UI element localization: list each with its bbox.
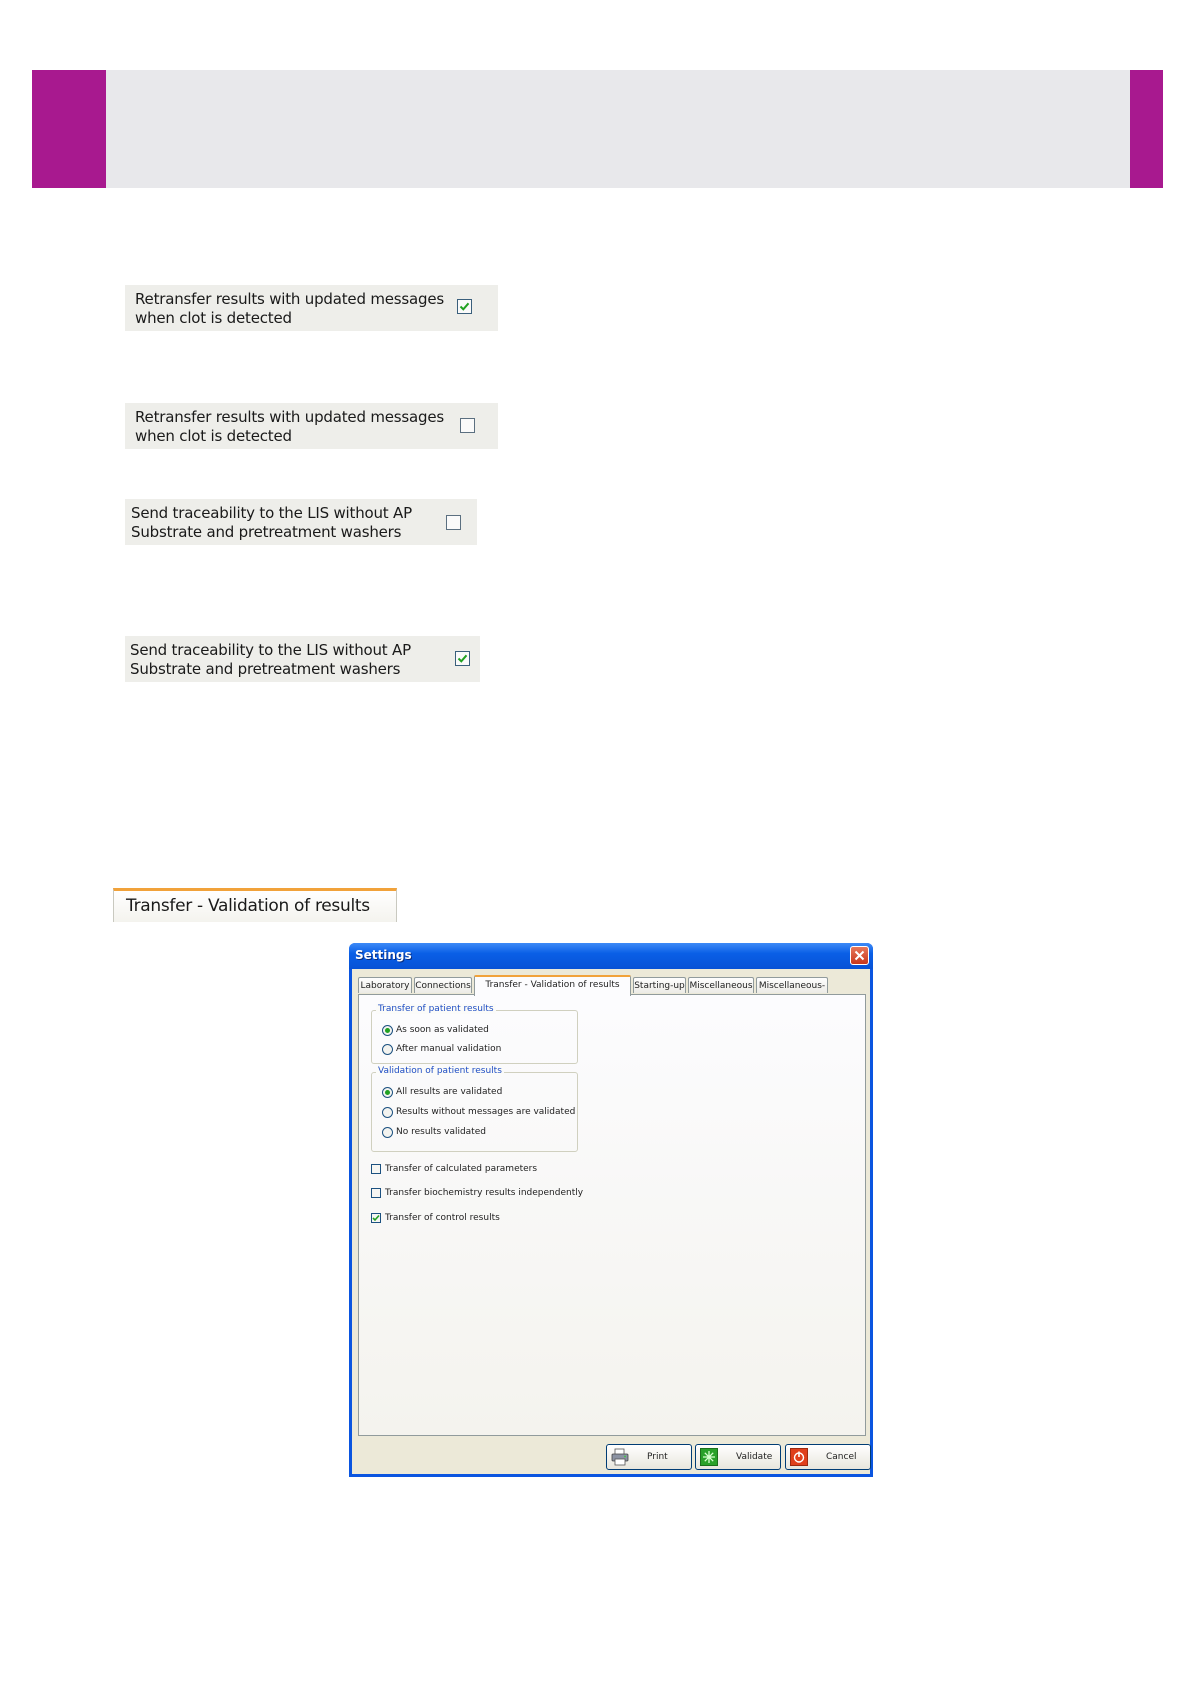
radio-all-results-validated[interactable]: All results are validated [382,1087,502,1098]
tab-connections[interactable]: Connections [414,977,472,993]
checkbox-label: Transfer of control results [385,1213,500,1223]
button-label: Print [647,1452,668,1462]
tab-panel: Transfer of patient results As soon as v… [358,994,866,1436]
button-label: Cancel [826,1452,857,1462]
power-icon [790,1448,808,1466]
option-checkbox[interactable] [460,418,475,433]
radio-no-results-validated[interactable]: No results validated [382,1127,486,1138]
option-checkbox[interactable] [455,651,470,666]
cancel-button[interactable]: Cancel [785,1444,871,1470]
close-icon [854,950,865,961]
option-checkbox[interactable] [446,515,461,530]
group-legend: Validation of patient results [376,1066,504,1076]
checkmark-icon [457,654,468,663]
option-label: Send traceability to the LIS without AP … [130,641,411,678]
settings-window: Settings Laboratory Connections Transfer… [349,943,873,1477]
tab-strip: Laboratory Connections Transfer - Valida… [358,975,868,1007]
option-label: Retransfer results with updated messages… [135,290,444,327]
option-label: Retransfer results with updated messages… [135,408,444,445]
header-band [106,70,1130,188]
tab-miscellaneous-2[interactable]: Miscellaneous-2 [756,977,828,1007]
checkbox-label: Transfer of calculated parameters [385,1164,538,1174]
checkbox-biochemistry-independently[interactable]: Transfer biochemistry results independen… [371,1188,583,1199]
option-retransfer-unchecked: Retransfer results with updated messages… [125,403,498,449]
checkbox-control-results[interactable]: Transfer of control results [371,1213,500,1224]
tab-starting-up[interactable]: Starting-up [633,977,686,993]
transfer-group: Transfer of patient results As soon as v… [371,1004,578,1064]
checkmark-icon [459,302,470,311]
close-button[interactable] [850,946,869,965]
validate-icon [700,1448,718,1466]
option-checkbox[interactable] [457,299,472,314]
window-client: Laboratory Connections Transfer - Valida… [352,969,871,1474]
tab-transfer-validation-zoom[interactable]: Transfer - Validation of results [113,888,397,922]
radio-results-without-messages[interactable]: Results without messages are validated [382,1107,575,1118]
validation-group: Validation of patient results All result… [371,1066,578,1152]
checkmark-icon [372,1214,380,1222]
option-retransfer-checked: Retransfer results with updated messages… [125,285,498,331]
header-accent-left [32,70,106,188]
print-button[interactable]: Print [606,1444,692,1470]
window-title: Settings [355,948,412,962]
validate-button[interactable]: Validate [695,1444,781,1470]
checkbox-calculated-parameters[interactable]: Transfer of calculated parameters [371,1164,537,1175]
radio-as-soon-as-validated[interactable]: As soon as validated [382,1025,489,1036]
checkbox-label: Transfer biochemistry results independen… [385,1188,584,1198]
tab-label: Transfer - Validation of results [126,896,370,916]
option-traceability-unchecked: Send traceability to the LIS without AP … [125,499,477,545]
option-traceability-checked: Send traceability to the LIS without AP … [125,636,480,682]
tab-miscellaneous[interactable]: Miscellaneous [688,977,754,993]
checkbox-box[interactable] [371,1188,381,1198]
radio-after-manual-validation[interactable]: After manual validation [382,1044,501,1055]
tab-laboratory[interactable]: Laboratory [358,977,412,993]
group-legend: Transfer of patient results [376,1004,496,1014]
option-label: Send traceability to the LIS without AP … [131,504,412,541]
title-bar: Settings [349,943,873,969]
button-label: Validate [736,1452,773,1462]
checkbox-box[interactable] [371,1164,381,1174]
printer-icon [611,1448,629,1466]
checkbox-box[interactable] [371,1213,381,1223]
header-accent-right [1130,70,1163,188]
tab-transfer-validation[interactable]: Transfer - Validation of results [474,975,631,996]
